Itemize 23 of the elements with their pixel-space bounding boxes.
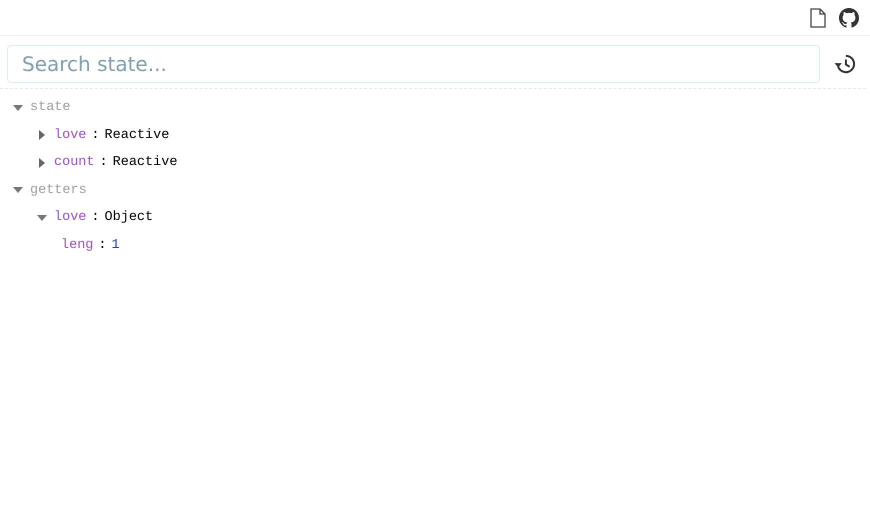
property-type: Reactive <box>112 155 178 170</box>
search-field[interactable]: Search state... <box>7 45 820 83</box>
property-key: count <box>54 155 95 170</box>
property-value: 1 <box>112 238 120 253</box>
property-type: Object <box>104 210 154 226</box>
toggle-triangle-icon[interactable] <box>37 212 47 223</box>
section-label: state <box>30 100 71 116</box>
toggle-triangle-icon[interactable] <box>13 185 23 196</box>
colon: : <box>91 128 100 143</box>
colon: : <box>98 238 107 253</box>
property-key: leng <box>61 238 94 253</box>
property-key: love <box>54 210 86 226</box>
colon: : <box>91 210 100 226</box>
github-icon[interactable] <box>839 8 859 28</box>
colon: : <box>100 155 108 170</box>
toggle-triangle-icon[interactable] <box>37 130 47 140</box>
section-label: getters <box>30 182 87 198</box>
history-icon[interactable] <box>834 54 856 74</box>
toggle-triangle-icon[interactable] <box>13 102 23 113</box>
file-icon[interactable] <box>809 8 827 28</box>
property-type: Reactive <box>104 128 170 143</box>
property-key: love <box>54 128 86 143</box>
toggle-triangle-icon[interactable] <box>37 158 47 168</box>
